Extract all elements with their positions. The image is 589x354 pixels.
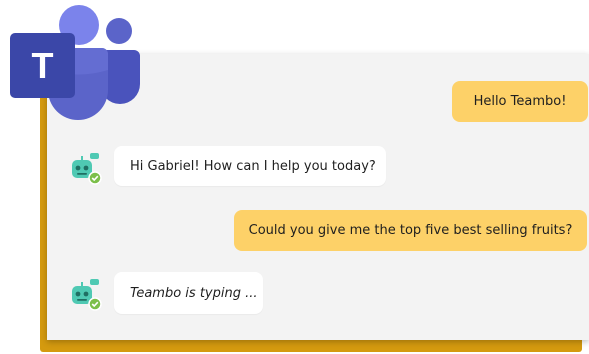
robot-avatar-icon <box>72 153 102 185</box>
typing-indicator-bubble: Teambo is typing ... <box>114 272 263 314</box>
message-text: Hello Teambo! <box>473 94 567 109</box>
bot-message-bubble: Hi Gabriel! How can I help you today? <box>114 146 386 186</box>
teams-logo-icon: T <box>10 5 140 120</box>
logo-letter: T <box>32 45 54 86</box>
user-message-bubble: Hello Teambo! <box>452 81 588 122</box>
robot-avatar-icon <box>72 279 102 311</box>
user-message-bubble: Could you give me the top five best sell… <box>234 210 587 251</box>
typing-indicator-text: Teambo is typing ... <box>130 285 258 301</box>
message-text: Hi Gabriel! How can I help you today? <box>130 158 376 174</box>
message-text: Could you give me the top five best sell… <box>248 223 573 238</box>
